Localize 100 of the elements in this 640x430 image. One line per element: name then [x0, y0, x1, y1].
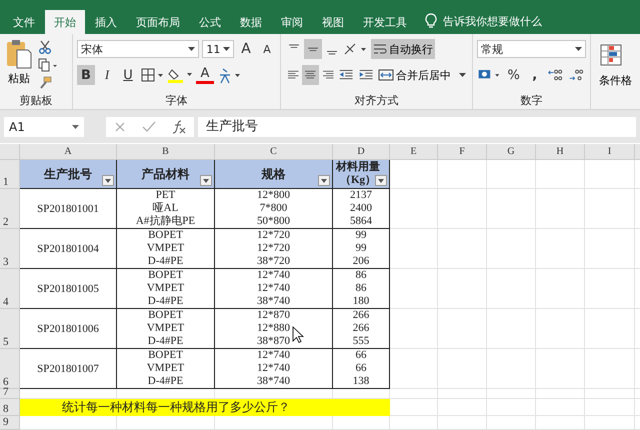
number-format-dropdown[interactable]: 常规 — [477, 40, 586, 58]
row-header[interactable]: 2 — [0, 189, 20, 229]
empty-cell[interactable] — [536, 416, 585, 430]
empty-cell[interactable] — [585, 309, 635, 349]
column-header[interactable]: G — [487, 144, 536, 160]
empty-cell[interactable] — [536, 189, 585, 229]
column-header[interactable]: H — [536, 144, 585, 160]
font-style-button[interactable]: B — [77, 65, 95, 85]
empty-cell[interactable] — [536, 389, 585, 399]
filter-dropdown[interactable] — [102, 175, 114, 186]
column-header[interactable]: B — [117, 144, 215, 160]
increase-font-button[interactable]: A — [237, 39, 255, 59]
paste-button[interactable]: 粘贴 — [4, 37, 34, 94]
ribbon-tab[interactable]: 页面布局 — [127, 10, 189, 34]
row-header[interactable]: 1 — [0, 160, 20, 189]
column-header[interactable]: I — [585, 144, 635, 160]
vertical-align-icon[interactable] — [304, 39, 322, 59]
filter-dropdown[interactable] — [200, 175, 212, 186]
ribbon-tab[interactable]: 视图 — [313, 10, 353, 34]
empty-cell[interactable] — [438, 309, 487, 349]
empty-cell[interactable] — [390, 349, 438, 389]
ribbon-tab[interactable]: 文件 — [4, 10, 44, 34]
copy-icon[interactable] — [38, 58, 58, 72]
empty-cell[interactable] — [438, 229, 487, 269]
empty-cell[interactable] — [390, 189, 438, 229]
wrap-text-button[interactable]: 自动换行 — [371, 39, 435, 59]
empty-cell[interactable] — [536, 269, 585, 309]
filter-dropdown[interactable] — [375, 175, 387, 186]
borders-icon[interactable] — [140, 67, 164, 83]
empty-cell[interactable] — [487, 269, 536, 309]
font-style-button[interactable]: I — [98, 65, 116, 85]
empty-cell[interactable] — [438, 399, 487, 416]
empty-cell[interactable] — [585, 229, 635, 269]
merge-center-button[interactable]: 合并后居中 — [376, 65, 468, 85]
empty-cell[interactable] — [438, 416, 487, 430]
ribbon-tab[interactable]: 开始 — [45, 10, 85, 34]
scissors-icon[interactable] — [38, 40, 52, 54]
empty-cell[interactable] — [438, 389, 487, 399]
insert-function-icon[interactable] — [172, 120, 186, 134]
column-header[interactable]: D — [333, 144, 390, 160]
empty-cell[interactable] — [585, 269, 635, 309]
empty-cell[interactable] — [536, 349, 585, 389]
row-header[interactable]: 5 — [0, 309, 20, 349]
ribbon-tab[interactable]: 审阅 — [272, 10, 312, 34]
empty-cell[interactable] — [438, 349, 487, 389]
empty-cell[interactable] — [487, 229, 536, 269]
empty-cell[interactable] — [390, 309, 438, 349]
empty-cell[interactable] — [390, 416, 438, 430]
ribbon-tab[interactable]: 公式 — [190, 10, 230, 34]
empty-cell[interactable] — [438, 189, 487, 229]
cancel-icon[interactable] — [114, 120, 126, 132]
empty-cell[interactable] — [487, 189, 536, 229]
decrease-font-button[interactable]: A — [258, 39, 276, 59]
ribbon-tab[interactable]: 开发工具 — [354, 10, 416, 34]
row-header[interactable]: 8 — [0, 399, 20, 416]
empty-cell[interactable] — [390, 269, 438, 309]
empty-cell[interactable] — [438, 160, 487, 189]
ribbon-tab[interactable]: 数据 — [231, 10, 271, 34]
empty-cell[interactable] — [585, 189, 635, 229]
empty-cell[interactable] — [536, 399, 585, 416]
percent-button[interactable]: % — [504, 65, 523, 85]
empty-cell[interactable] — [487, 399, 536, 416]
row-header[interactable]: 3 — [0, 229, 20, 269]
empty-cell[interactable] — [438, 269, 487, 309]
font-style-button[interactable]: U — [119, 65, 137, 85]
empty-cell[interactable] — [585, 389, 635, 399]
column-header[interactable]: A — [20, 144, 117, 160]
empty-cell[interactable] — [487, 160, 536, 189]
checkmark-icon[interactable] — [142, 120, 156, 132]
empty-cell[interactable] — [215, 416, 333, 430]
format-painter-icon[interactable] — [38, 76, 52, 90]
empty-cell[interactable] — [585, 416, 635, 430]
comma-button[interactable]: , — [526, 65, 544, 85]
empty-cell[interactable] — [333, 416, 390, 430]
select-all-corner[interactable] — [0, 144, 20, 160]
conditional-format-button[interactable]: 条件格 — [595, 37, 636, 94]
font-color-button[interactable]: A — [196, 66, 214, 84]
ribbon-tab[interactable]: 插入 — [86, 10, 126, 34]
row-header[interactable]: 6 — [0, 349, 20, 389]
empty-cell[interactable] — [487, 389, 536, 399]
name-box[interactable]: A1 — [4, 116, 84, 136]
font-name-dropdown[interactable]: 宋体 — [77, 40, 200, 58]
empty-cell[interactable] — [585, 160, 635, 189]
column-header[interactable]: C — [215, 144, 333, 160]
horizontal-align-icon[interactable] — [302, 65, 319, 85]
empty-cell[interactable] — [390, 389, 438, 399]
empty-cell[interactable] — [487, 416, 536, 430]
empty-cell[interactable] — [536, 309, 585, 349]
row-header[interactable]: 4 — [0, 269, 20, 309]
font-size-dropdown[interactable]: 11 — [202, 40, 234, 58]
column-header[interactable]: E — [390, 144, 438, 160]
empty-cell[interactable] — [487, 309, 536, 349]
row-header[interactable]: 7 — [0, 389, 20, 399]
empty-cell[interactable] — [117, 416, 215, 430]
phonetic-icon[interactable] — [217, 66, 241, 84]
empty-cell[interactable] — [536, 160, 585, 189]
filter-dropdown[interactable] — [318, 175, 330, 186]
empty-cell[interactable] — [585, 349, 635, 389]
empty-cell[interactable] — [390, 229, 438, 269]
empty-cell[interactable] — [585, 399, 635, 416]
